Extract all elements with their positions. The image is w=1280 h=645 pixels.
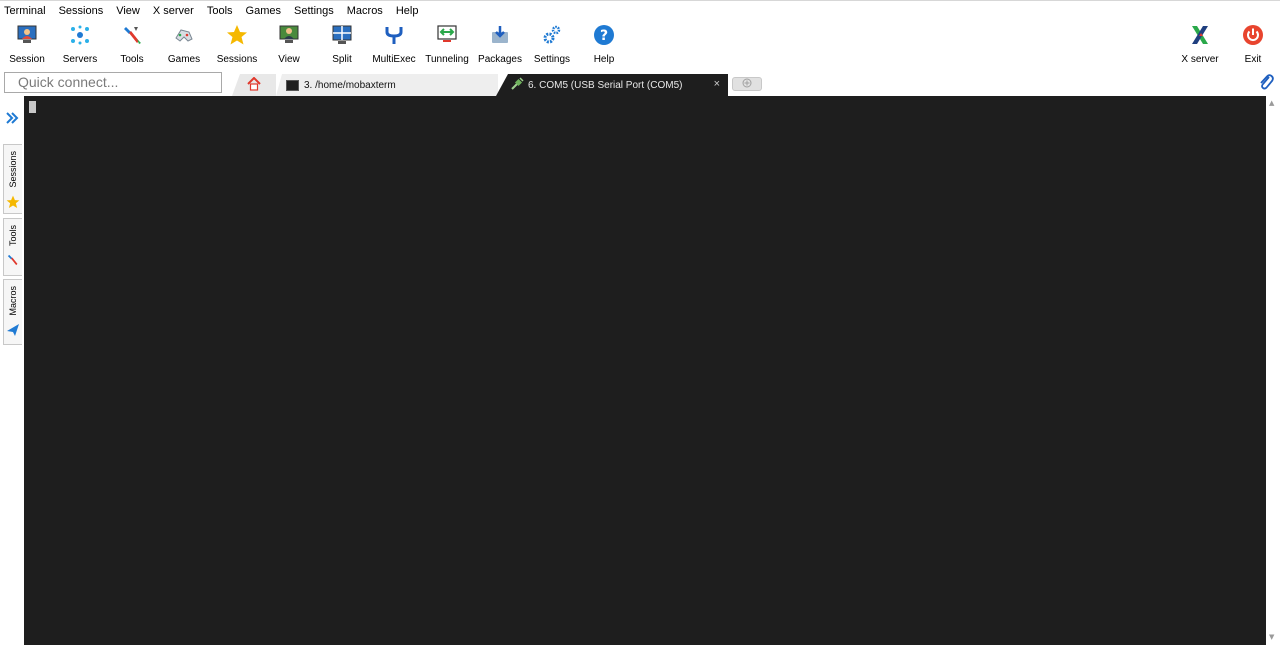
menu-tools[interactable]: Tools xyxy=(207,5,233,17)
monitor-session-icon xyxy=(16,24,38,46)
menu-x-server[interactable]: X server xyxy=(153,5,194,17)
help-question-icon: ? xyxy=(593,24,615,46)
left-sidebar: Sessions Tools Macros xyxy=(0,96,24,645)
exit-label: Exit xyxy=(1244,54,1262,65)
split-label: Split xyxy=(332,54,352,65)
paper-plane-icon xyxy=(6,322,20,341)
tab-terminal[interactable]: 3. /home/mobaxterm xyxy=(276,74,498,96)
packages-button[interactable]: Packages xyxy=(474,22,526,66)
settings-label: Settings xyxy=(533,54,571,65)
session-label: Session xyxy=(9,54,45,65)
split-button[interactable]: Split xyxy=(316,22,368,66)
toolbar: Session Servers Tools Games Sessions Vie… xyxy=(0,20,1280,68)
help-label: Help xyxy=(593,54,615,65)
star-icon xyxy=(226,24,248,46)
multiexec-fork-icon xyxy=(383,24,405,46)
tools-wrench-icon xyxy=(121,24,143,46)
scroll-down-arrow-icon[interactable]: ▼ xyxy=(1269,633,1274,641)
menu-bar: Terminal Sessions View X server Tools Ga… xyxy=(0,0,1280,20)
multiexec-label: MultiExec xyxy=(372,54,416,65)
close-icon[interactable]: × xyxy=(714,78,720,90)
menu-terminal[interactable]: Terminal xyxy=(4,5,46,17)
tab-row: Quick connect... 3. /home/mobaxterm 6. C… xyxy=(0,70,1280,96)
exit-button[interactable]: Exit xyxy=(1227,22,1279,66)
menu-view[interactable]: View xyxy=(116,5,140,17)
tab-terminal-label: 3. /home/mobaxterm xyxy=(304,79,396,91)
packages-label: Packages xyxy=(478,54,522,65)
settings-gears-icon xyxy=(541,24,563,46)
tunneling-button[interactable]: Tunneling xyxy=(421,22,473,66)
menu-macros[interactable]: Macros xyxy=(347,5,383,17)
menu-settings[interactable]: Settings xyxy=(294,5,334,17)
tab-com5[interactable]: 6. COM5 (USB Serial Port (COM5) × xyxy=(496,74,728,96)
x-server-label: X server xyxy=(1181,54,1219,65)
view-button[interactable]: View xyxy=(263,22,315,66)
menu-games[interactable]: Games xyxy=(246,5,281,17)
games-button[interactable]: Games xyxy=(158,22,210,66)
games-label: Games xyxy=(167,54,201,65)
tools-wrench-icon xyxy=(6,252,20,271)
sidebar-macros-label: Macros xyxy=(8,286,18,316)
packages-download-icon xyxy=(489,24,511,46)
sessions-button[interactable]: Sessions xyxy=(211,22,263,66)
terminal-area[interactable] xyxy=(24,96,1266,645)
view-monitor-icon xyxy=(278,24,300,46)
menu-help[interactable]: Help xyxy=(396,5,419,17)
vertical-scrollbar[interactable]: ▲ ▼ xyxy=(1266,96,1280,645)
gamepad-icon xyxy=(173,24,195,46)
mobaxterm-window: Terminal Sessions View X server Tools Ga… xyxy=(0,0,1280,645)
quick-connect-input[interactable]: Quick connect... xyxy=(4,72,222,93)
tools-button[interactable]: Tools xyxy=(106,22,158,66)
help-button[interactable]: ? Help xyxy=(578,22,630,66)
tools-label: Tools xyxy=(120,54,144,65)
star-icon xyxy=(6,194,20,213)
sidebar-tab-tools[interactable]: Tools xyxy=(3,218,22,276)
power-icon xyxy=(1242,24,1264,46)
tab-com5-label: 6. COM5 (USB Serial Port (COM5) xyxy=(528,79,683,91)
expand-sidebar-icon[interactable] xyxy=(4,110,20,130)
view-label: View xyxy=(278,54,300,65)
x-server-icon xyxy=(1189,24,1211,46)
settings-button[interactable]: Settings xyxy=(526,22,578,66)
paperclip-icon[interactable] xyxy=(1258,73,1274,95)
terminal-icon xyxy=(286,79,299,91)
menu-sessions[interactable]: Sessions xyxy=(59,5,104,17)
serial-plug-icon xyxy=(510,76,524,94)
session-button[interactable]: Session xyxy=(1,22,53,66)
servers-label: Servers xyxy=(62,54,98,65)
multiexec-button[interactable]: MultiExec xyxy=(368,22,420,66)
tunneling-icon xyxy=(436,24,458,46)
sidebar-tab-macros[interactable]: Macros xyxy=(3,279,22,345)
sidebar-sessions-label: Sessions xyxy=(8,151,18,188)
svg-text:?: ? xyxy=(600,28,608,44)
sessions-label: Sessions xyxy=(216,54,258,65)
text-cursor xyxy=(29,101,36,113)
split-screen-icon xyxy=(331,24,353,46)
tunneling-label: Tunneling xyxy=(425,54,469,65)
home-icon xyxy=(247,76,261,94)
x-server-button[interactable]: X server xyxy=(1174,22,1226,66)
servers-button[interactable]: Servers xyxy=(54,22,106,66)
new-tab-button[interactable] xyxy=(732,77,762,91)
servers-network-icon xyxy=(69,24,91,46)
scroll-up-arrow-icon[interactable]: ▲ xyxy=(1269,99,1274,107)
plus-icon xyxy=(742,78,752,91)
tab-home[interactable] xyxy=(232,74,276,96)
sidebar-tools-label: Tools xyxy=(8,225,18,247)
sidebar-tab-sessions[interactable]: Sessions xyxy=(3,144,22,214)
